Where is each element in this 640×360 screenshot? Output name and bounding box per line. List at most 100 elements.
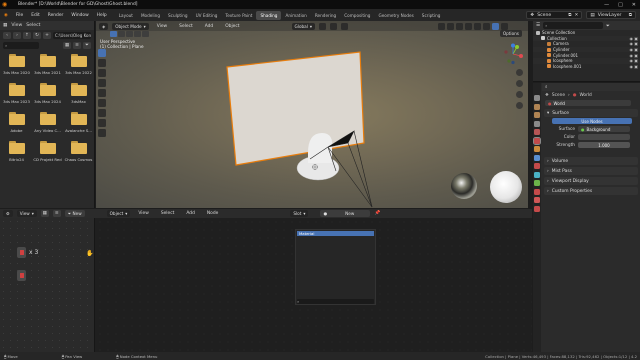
material-tab-icon[interactable] xyxy=(534,197,540,203)
object-tab-icon[interactable] xyxy=(534,146,540,152)
folder-item[interactable]: CD Projekt Red xyxy=(32,141,63,162)
tab-modeling[interactable]: Modeling xyxy=(137,11,164,20)
slot-select[interactable]: Slot ▾ xyxy=(290,210,309,217)
refresh-icon[interactable]: ↻ xyxy=(33,31,41,39)
world-tab-icon[interactable] xyxy=(533,136,541,145)
folder-item[interactable]: Bitrix24 xyxy=(1,141,32,162)
tab-layout[interactable]: Layout xyxy=(115,11,137,20)
ne-menu-node[interactable]: Node xyxy=(203,211,222,216)
editor-type-icon[interactable]: ▦ xyxy=(3,23,7,28)
world-datablock-field[interactable]: ● World xyxy=(545,99,631,107)
thumbnail-icon[interactable]: ▦ xyxy=(40,210,49,217)
surface-shader-field[interactable]: ● Background xyxy=(578,125,630,133)
blender-menu-icon[interactable]: ◉ xyxy=(0,13,12,18)
tab-scripting[interactable]: Scripting xyxy=(418,11,445,20)
mode-select[interactable]: Object Mode ▾ xyxy=(112,22,149,30)
ne-menu-view[interactable]: View xyxy=(134,211,152,216)
view-layer-tab-icon[interactable] xyxy=(534,120,540,127)
output-tab-icon[interactable] xyxy=(534,112,540,118)
proportional-edit-icon[interactable] xyxy=(341,22,348,30)
eye-icon[interactable]: ◉ ▣ xyxy=(629,41,638,46)
maximize-button[interactable]: □ xyxy=(618,2,623,8)
3d-viewport[interactable]: ◈ Object Mode ▾ View Select Add Object Gl… xyxy=(96,21,528,208)
pan-hand-icon[interactable] xyxy=(516,80,523,87)
path-field[interactable]: C:\Users\Oleg Koron... xyxy=(53,31,91,39)
folder-item[interactable]: Adobe xyxy=(1,112,32,133)
new-material-button[interactable]: ● New xyxy=(320,210,371,217)
filter-icon[interactable]: ⏷ xyxy=(606,23,610,29)
view-layer-selector[interactable]: ▤ ViewLayer ⧉ xyxy=(586,11,636,19)
sort-icon[interactable]: ≡ xyxy=(73,41,81,49)
collapsed-section[interactable]: › Volume xyxy=(544,157,638,165)
folder-item[interactable]: Any Video C... xyxy=(32,112,63,133)
overlay-icon[interactable] xyxy=(456,22,463,30)
tab-texture-paint[interactable]: Texture Paint xyxy=(221,11,256,20)
data-tab-icon[interactable] xyxy=(534,188,540,195)
search-input[interactable]: ⌕ xyxy=(3,41,39,49)
folder-item[interactable]: Chaos Cosmos xyxy=(63,141,94,162)
shading-material-icon[interactable] xyxy=(492,22,499,30)
select-invert-icon[interactable] xyxy=(134,31,141,37)
vp-menu-object[interactable]: Object xyxy=(221,24,243,29)
move-tool-icon[interactable] xyxy=(98,69,106,77)
tab-sculpting[interactable]: Sculpting xyxy=(164,11,192,20)
eye-icon[interactable]: ◉ ▣ xyxy=(629,36,638,41)
cursor-tool-icon[interactable] xyxy=(98,59,106,67)
snap-icon[interactable] xyxy=(330,22,337,30)
render-tab-icon[interactable] xyxy=(534,103,540,110)
tool-tab-icon[interactable] xyxy=(534,95,540,101)
select-box-icon[interactable] xyxy=(110,31,117,37)
menu-edit[interactable]: Edit xyxy=(27,13,44,18)
view-dropdown[interactable]: View ▾ xyxy=(16,210,37,217)
outliner-search-input[interactable]: ⌕ xyxy=(543,22,604,29)
editor-type-icon[interactable]: ⚙ xyxy=(3,210,13,217)
modifier-tab-icon[interactable] xyxy=(534,154,540,161)
menu-file[interactable]: File xyxy=(12,13,27,18)
minimize-button[interactable]: — xyxy=(604,2,609,8)
tab-rendering[interactable]: Rendering xyxy=(311,11,340,20)
eye-icon[interactable]: ◉ ▣ xyxy=(629,64,638,69)
scene-selector[interactable]: ❖ Scene ⧉ ✕ xyxy=(526,11,583,19)
vp-menu-add[interactable]: Add xyxy=(201,24,218,29)
ne-menu-add[interactable]: Add xyxy=(182,211,199,216)
material-slot[interactable]: Material xyxy=(297,231,374,236)
scene-tab-icon[interactable] xyxy=(534,129,540,135)
gizmo-icon[interactable] xyxy=(447,22,454,30)
folder-item[interactable]: 3ds Max 2020 xyxy=(1,54,32,75)
use-nodes-button[interactable]: Use Nodes xyxy=(552,117,632,125)
navigation-gizmo[interactable] xyxy=(502,43,524,65)
particles-tab-icon[interactable] xyxy=(534,163,540,169)
display-mode-icon[interactable]: ▦ xyxy=(63,41,71,49)
eye-icon[interactable]: ◉ ▣ xyxy=(629,53,638,58)
tab-uv-editing[interactable]: UV Editing xyxy=(192,11,222,20)
folder-item[interactable]: 3ds Max 2023 xyxy=(1,83,32,104)
strength-field[interactable]: 1.000 xyxy=(578,141,630,149)
visibility-icon[interactable] xyxy=(438,22,445,30)
search-icon[interactable]: ⌕ xyxy=(545,85,547,90)
filter-new-button[interactable]: ⏷ New xyxy=(64,210,85,217)
menu-render[interactable]: Render xyxy=(44,13,68,18)
eye-icon[interactable]: ◉ ▣ xyxy=(629,47,638,52)
folder-item[interactable]: 3ds Max 2022 xyxy=(63,54,94,75)
collapsed-section[interactable]: › Custom Properties xyxy=(544,187,638,195)
color-swatch[interactable] xyxy=(578,133,630,141)
editor-type-icon[interactable]: ◈ xyxy=(99,22,109,30)
pivot-icon[interactable] xyxy=(319,22,326,30)
menu-help[interactable]: Help xyxy=(93,13,111,18)
back-arrow-icon[interactable]: ‹ xyxy=(3,31,11,39)
eye-icon[interactable]: ◉ ▣ xyxy=(629,58,638,63)
outliner-item[interactable]: Icosphere.001 ◉ ▣ xyxy=(533,64,640,70)
transform-tool-icon[interactable] xyxy=(98,99,106,107)
transform-orientation-select[interactable]: Global ▾ xyxy=(291,22,315,30)
tab-geometry-nodes[interactable]: Geometry Nodes xyxy=(374,11,417,20)
vp-menu-view[interactable]: View xyxy=(153,24,171,29)
annotate-tool-icon[interactable] xyxy=(98,109,106,117)
camera-view-icon[interactable] xyxy=(516,91,523,98)
tab-compositing[interactable]: Compositing xyxy=(340,11,374,20)
xray-icon[interactable] xyxy=(465,22,472,30)
new-folder-icon[interactable]: + xyxy=(43,31,51,39)
shading-solid-icon[interactable] xyxy=(483,22,490,30)
vp-menu-select[interactable]: Select xyxy=(175,24,197,29)
forward-arrow-icon[interactable]: › xyxy=(13,31,21,39)
tab-animation[interactable]: Animation xyxy=(281,11,310,20)
